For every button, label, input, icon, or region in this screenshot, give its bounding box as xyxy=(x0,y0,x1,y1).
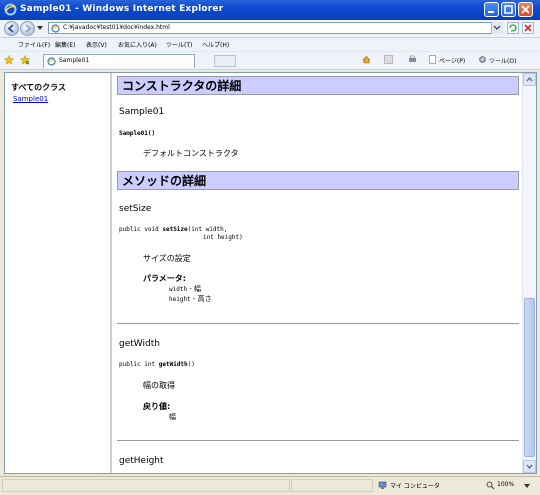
address-dropdown-button[interactable] xyxy=(491,22,503,34)
method-name-getheight: getHeight xyxy=(119,456,164,466)
setsize-signature-line2: int height) xyxy=(203,234,243,241)
forward-button[interactable] xyxy=(20,21,35,36)
maximize-icon xyxy=(504,5,513,14)
close-icon xyxy=(521,5,530,14)
tab-sample01[interactable]: Sample01 xyxy=(43,54,195,68)
title-bar: Sample01 - Windows Internet Explorer xyxy=(0,0,540,20)
method-name-getwidth: getWidth xyxy=(119,339,160,349)
chevron-down-icon xyxy=(526,464,533,470)
tab-bar: Sample01 ページ(P) ツール(O) xyxy=(0,52,540,70)
scroll-thumb[interactable] xyxy=(524,298,535,457)
tab-label: Sample01 xyxy=(59,57,90,64)
tools-gear-icon[interactable] xyxy=(478,55,487,64)
constructor-signature: Sample01() xyxy=(119,130,156,137)
menu-tools[interactable]: ツール(T) xyxy=(166,40,192,49)
class-list-frame: すべてのクラス Sample01 xyxy=(5,73,112,473)
page-menu-icon[interactable] xyxy=(428,55,437,64)
minimize-icon xyxy=(488,11,494,13)
page-viewport: すべてのクラス Sample01 コンストラクタの詳細 Sample01 Sam… xyxy=(4,72,537,474)
zoom-dropdown-icon[interactable] xyxy=(524,484,530,488)
all-classes-heading: すべてのクラス xyxy=(11,83,66,92)
getwidth-returns-label: 戻り値: xyxy=(143,402,171,411)
getwidth-returns-value: 幅 xyxy=(169,413,176,421)
close-button[interactable] xyxy=(518,2,533,17)
setsize-param-width: width - 幅 xyxy=(169,285,202,293)
menu-bar: ファイル(F) 編集(E) 表示(V) お気に入り(A) ツール(T) ヘルプ(… xyxy=(0,38,540,51)
minimize-button[interactable] xyxy=(484,2,499,17)
page-icon xyxy=(47,57,56,66)
class-detail-frame: コンストラクタの詳細 Sample01 Sample01() デフォルトコンスト… xyxy=(113,73,524,473)
forward-arrow-icon xyxy=(25,24,32,33)
history-dropdown-icon[interactable] xyxy=(37,26,43,30)
address-url: C:¥javadoc¥test01¥doc¥index.html xyxy=(63,24,170,31)
setsize-signature: public void setSize(int width, xyxy=(119,226,228,233)
chevron-down-icon xyxy=(493,25,501,30)
status-bar: マイ コンピュータ 100% xyxy=(0,476,540,495)
print-icon[interactable] xyxy=(408,55,417,64)
chevron-up-icon xyxy=(526,76,533,82)
stop-icon xyxy=(524,24,532,32)
security-zone: マイ コンピュータ xyxy=(390,483,440,490)
refresh-button[interactable] xyxy=(507,22,519,34)
back-button[interactable] xyxy=(4,21,19,36)
my-computer-icon xyxy=(378,481,387,489)
page-icon xyxy=(51,24,60,33)
scroll-down-button[interactable] xyxy=(523,460,536,473)
tools-menu-button[interactable]: ツール(O) xyxy=(489,56,516,65)
method-name-setsize: setSize xyxy=(119,204,152,214)
feeds-icon[interactable] xyxy=(384,55,393,64)
stop-button[interactable] xyxy=(522,22,534,34)
address-field[interactable]: C:¥javadoc¥test01¥doc¥index.html xyxy=(48,22,503,34)
status-message-pane xyxy=(2,479,290,492)
home-icon[interactable] xyxy=(362,55,371,64)
back-arrow-icon xyxy=(7,24,14,33)
menu-favorites[interactable]: お気に入り(A) xyxy=(118,40,157,49)
menu-file[interactable]: ファイル(F) xyxy=(18,40,50,49)
browser-window: Sample01 - Windows Internet Explorer C:¥… xyxy=(0,0,540,495)
scroll-up-button[interactable] xyxy=(523,73,536,86)
method-detail-heading: メソッドの詳細 xyxy=(117,171,519,190)
menu-help[interactable]: ヘルプ(H) xyxy=(202,40,229,49)
zoom-icon xyxy=(486,481,495,490)
getwidth-signature: public int getWidth() xyxy=(119,361,195,368)
ie-logo-icon xyxy=(4,3,17,16)
add-favorite-icon[interactable] xyxy=(20,55,30,65)
getwidth-description: 幅の取得 xyxy=(143,381,175,390)
class-link-sample01[interactable]: Sample01 xyxy=(13,95,48,103)
maximize-button[interactable] xyxy=(501,2,516,17)
setsize-description: サイズの設定 xyxy=(143,254,191,263)
vertical-scrollbar[interactable] xyxy=(522,73,536,473)
constructor-detail-heading: コンストラクタの詳細 xyxy=(117,76,519,95)
status-pane xyxy=(291,479,373,492)
window-title: Sample01 - Windows Internet Explorer xyxy=(20,4,224,14)
method-divider xyxy=(117,323,519,324)
address-bar-row: C:¥javadoc¥test01¥doc¥index.html xyxy=(0,20,540,38)
favorites-star-icon[interactable] xyxy=(4,55,14,65)
setsize-param-height: height - 高さ xyxy=(169,295,212,303)
zoom-level[interactable]: 100% xyxy=(497,481,514,488)
refresh-icon xyxy=(509,24,517,32)
new-tab-button[interactable] xyxy=(214,55,236,67)
setsize-params-label: パラメータ: xyxy=(143,274,186,283)
constructor-description: デフォルトコンストラクタ xyxy=(143,149,239,158)
menu-view[interactable]: 表示(V) xyxy=(86,40,107,49)
menu-edit[interactable]: 編集(E) xyxy=(55,40,75,49)
page-menu-button[interactable]: ページ(P) xyxy=(439,56,465,65)
method-divider xyxy=(117,440,519,441)
constructor-name: Sample01 xyxy=(119,107,165,117)
